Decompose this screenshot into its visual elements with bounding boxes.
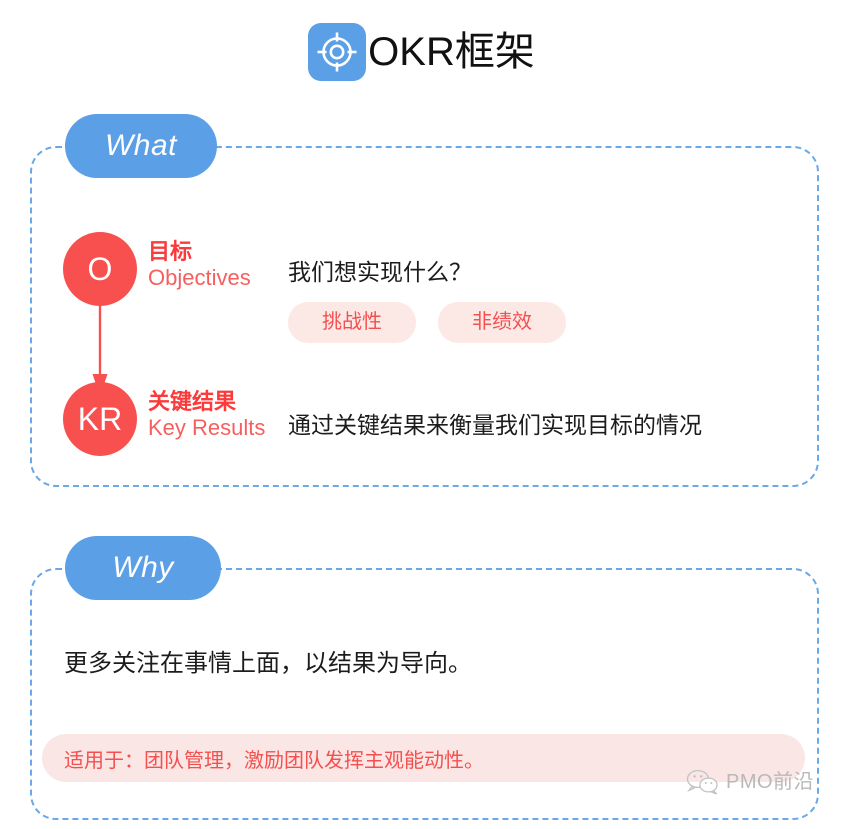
target-crosshair-icon	[308, 23, 367, 81]
page-title: OKR框架	[368, 30, 535, 74]
section-tab-why-label: Why	[112, 551, 174, 584]
why-lead-text: 更多关注在事情上面，以结果为导向。	[64, 650, 472, 677]
section-tab-what-label: What	[104, 129, 178, 162]
objectives-tag-row: 挑战性 非绩效	[288, 302, 566, 343]
key-results-description: 通过关键结果来衡量我们实现目标的情况	[288, 412, 702, 438]
wechat-icon	[686, 769, 718, 795]
node-badge-key-results-text: KR	[77, 400, 123, 437]
objectives-tag[interactable]: 挑战性	[288, 302, 416, 343]
section-tab-what[interactable]: What	[65, 114, 217, 178]
objectives-description: 我们想实现什么？	[288, 259, 472, 285]
node-badge-key-results: KR	[63, 382, 137, 456]
objectives-tag[interactable]: 非绩效	[438, 302, 566, 343]
node-label-objectives-en: Objectives	[148, 264, 251, 290]
node-label-key-results: 关键结果 Key Results	[148, 390, 265, 440]
node-label-key-results-cn: 关键结果	[148, 389, 237, 414]
section-what-body: O 目标 Objectives 我们想实现什么？ 挑战性 非绩效 KR 关键结果…	[30, 146, 819, 487]
section-tab-why[interactable]: Why	[65, 536, 221, 600]
why-applicability-text: 适用于：团队管理，激励团队发挥主观能动性。	[64, 749, 484, 772]
watermark: PMO前沿	[686, 769, 814, 795]
node-badge-objectives-text: O	[87, 250, 113, 287]
node-label-key-results-en: Key Results	[148, 414, 266, 440]
node-badge-objectives: O	[63, 232, 137, 306]
node-label-objectives: 目标 Objectives	[148, 240, 251, 290]
watermark-label: PMO前沿	[726, 771, 815, 793]
arrow-down-icon	[92, 296, 108, 396]
page-title-bar: OKR框架	[0, 14, 843, 90]
node-label-objectives-cn: 目标	[148, 239, 193, 264]
